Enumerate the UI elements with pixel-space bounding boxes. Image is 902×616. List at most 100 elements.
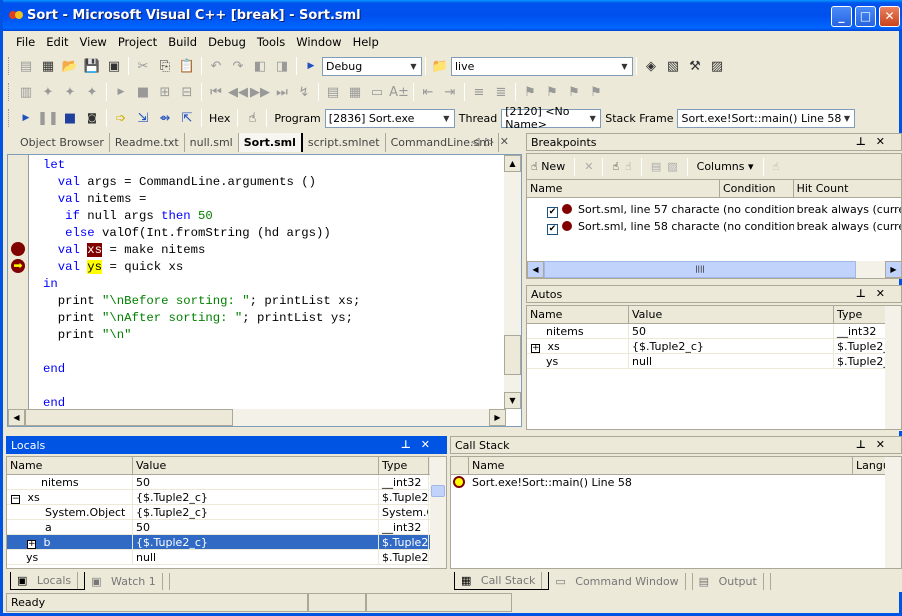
layout-icon-1[interactable]: ▤	[322, 82, 344, 102]
scroll-thumb[interactable]	[504, 335, 521, 375]
disable-all-icon[interactable]: ☝	[612, 160, 619, 173]
scroll-right-icon[interactable]: ▶	[489, 409, 506, 426]
locals-row-selected[interactable]: + b {$.Tuple2_c} $.Tuple2_	[7, 535, 446, 550]
pin-icon[interactable]: ⊥	[856, 438, 876, 451]
call-stack-row[interactable]: Sort.exe!Sort::main() Line 58	[451, 475, 901, 490]
scroll-thumb[interactable]	[431, 485, 445, 497]
col-language[interactable]: Langu	[853, 457, 887, 474]
breakpoint-tool-icon-1[interactable]: ✦	[37, 82, 59, 102]
goto-disassembly-icon[interactable]: ▨	[667, 160, 677, 173]
copy-icon[interactable]: ⎘	[154, 56, 176, 76]
debug-location-icon[interactable]: ▥	[15, 82, 37, 102]
navigate-back-icon[interactable]: ◧	[249, 56, 271, 76]
breakpoint-checkbox[interactable]: ✔	[547, 224, 558, 235]
locals-row[interactable]: System.Object {$.Tuple2_c} System.C	[7, 505, 446, 520]
editor-horizontal-scrollbar[interactable]: ◀ ▶	[8, 409, 506, 426]
navigate-forward-icon[interactable]: ◨	[271, 56, 293, 76]
thread-combo[interactable]: [2120] <No Name> ▼	[501, 105, 602, 131]
start-icon[interactable]: ▶	[300, 56, 322, 76]
locals-row[interactable]: ys null $.Tuple2_	[7, 550, 446, 565]
expand-icon[interactable]: +	[27, 540, 36, 549]
locals-row[interactable]: − xs {$.Tuple2_c} $.Tuple2_	[7, 490, 446, 505]
scroll-left-icon[interactable]: ◁	[471, 135, 485, 148]
rewind-icon[interactable]: ◀◀	[227, 82, 249, 102]
forward-icon[interactable]: ▶▶	[249, 82, 271, 102]
tab-call-stack[interactable]: ▦ Call Stack	[454, 572, 550, 590]
breakpoint-tool-icon-2[interactable]: ✦	[59, 82, 81, 102]
breakpoint-checkbox[interactable]: ✔	[547, 207, 558, 218]
col-value[interactable]: Value	[629, 306, 834, 323]
tab-sort-sml[interactable]: Sort.sml	[238, 132, 303, 152]
find-in-files-icon[interactable]: 📁	[429, 56, 451, 76]
scroll-down-icon[interactable]: ▼	[504, 392, 521, 409]
hex-toggle[interactable]: Hex	[205, 112, 234, 125]
breakpoint-tool-icon-3[interactable]: ✦	[81, 82, 103, 102]
close-icon[interactable]: ✕	[421, 438, 440, 451]
col-name[interactable]: Name	[527, 180, 720, 197]
scroll-left-icon[interactable]: ◀	[8, 409, 25, 426]
menu-tools[interactable]: Tools	[253, 31, 292, 52]
col-condition[interactable]: Condition	[720, 180, 794, 197]
col-value[interactable]: Value	[133, 457, 379, 474]
editor-vertical-scrollbar[interactable]: ▲ ▼	[504, 155, 521, 409]
maximize-button[interactable]: □	[855, 6, 876, 27]
breakpoints-hscrollbar[interactable]: ◀ |||| ▶	[527, 261, 901, 278]
locals-row[interactable]: a 50 __int32	[7, 520, 446, 535]
goto-source-icon[interactable]: ▤	[651, 160, 661, 173]
font-size-icon[interactable]: A±	[388, 82, 410, 102]
breakpoints-window-icon[interactable]: ☝	[241, 108, 263, 128]
autos-row[interactable]: ys null $.Tuple2_	[527, 354, 901, 369]
collapse-icon[interactable]: −	[11, 495, 20, 504]
menu-project[interactable]: Project	[114, 31, 164, 52]
locals-scrollbar[interactable]	[430, 457, 446, 568]
first-icon[interactable]: ⏮	[205, 82, 227, 102]
open-file-icon[interactable]: 📂	[59, 56, 81, 76]
tab-output[interactable]: ▤ Output	[693, 572, 771, 590]
col-name[interactable]: Name	[7, 457, 133, 474]
col-name[interactable]: Name	[527, 306, 629, 323]
comment-icon[interactable]: ≡	[468, 82, 490, 102]
tab-object-browser[interactable]: Object Browser	[15, 132, 110, 152]
show-next-statement-icon[interactable]: ➩	[110, 108, 132, 128]
breakpoint-row[interactable]: ✔ Sort.sml, line 58 character 7 (no condi…	[527, 219, 901, 236]
resize-grip[interactable]	[512, 593, 902, 612]
col-name[interactable]: Name	[469, 457, 853, 474]
locals-row[interactable]: nitems 50 __int32	[7, 475, 446, 490]
close-icon[interactable]: ✕	[876, 438, 895, 451]
indent-icon[interactable]: ⇥	[439, 82, 461, 102]
run-icon[interactable]: ▶	[110, 82, 132, 102]
enable-all-icon[interactable]: ☝	[625, 160, 632, 173]
insert-breakpoint-icon[interactable]: ⊞	[154, 82, 176, 102]
col-type[interactable]: Type	[834, 306, 886, 323]
col-type[interactable]: Type	[379, 457, 429, 474]
new-project-icon[interactable]: ▤	[15, 56, 37, 76]
stop-icon[interactable]: ■	[132, 82, 154, 102]
toolbar-grip[interactable]	[8, 57, 11, 75]
tab-script-smlnet[interactable]: script.smlnet	[303, 132, 386, 152]
stop-debugging-icon[interactable]: ■	[59, 108, 81, 128]
close-button[interactable]: ✕	[879, 6, 900, 27]
menu-file[interactable]: File	[12, 31, 42, 52]
last-icon[interactable]: ⏭	[271, 82, 293, 102]
autos-row[interactable]: + xs {$.Tuple2_c} $.Tuple2_	[527, 339, 901, 354]
uncomment-icon[interactable]: ≣	[490, 82, 512, 102]
bookmark-next-icon[interactable]: ⚑	[563, 82, 585, 102]
toolbox-icon[interactable]: ⚒	[684, 56, 706, 76]
code-editor[interactable]: ➡ let val args = CommandLine.arguments (…	[7, 154, 522, 427]
menu-build[interactable]: Build	[164, 31, 204, 52]
menu-view[interactable]: View	[76, 31, 114, 52]
scroll-left-icon[interactable]: ◀	[527, 261, 544, 278]
step-into-icon[interactable]: ⇲	[132, 108, 154, 128]
bookmark-toggle-icon[interactable]: ⚑	[519, 82, 541, 102]
scroll-up-icon[interactable]: ▲	[504, 155, 521, 172]
col-hit-count[interactable]: Hit Count	[794, 180, 901, 197]
pin-icon[interactable]: ⊥	[856, 135, 876, 148]
autos-row[interactable]: nitems 50 __int32	[527, 324, 901, 339]
continue-icon[interactable]: ▶	[15, 108, 37, 128]
save-icon[interactable]: 💾	[81, 56, 103, 76]
save-all-icon[interactable]: ▣	[103, 56, 125, 76]
scroll-right-icon[interactable]: ▷	[485, 135, 499, 148]
layout-icon-2[interactable]: ▦	[344, 82, 366, 102]
close-doc-icon[interactable]: ✕	[500, 135, 515, 148]
hscroll-thumb[interactable]	[25, 409, 233, 426]
